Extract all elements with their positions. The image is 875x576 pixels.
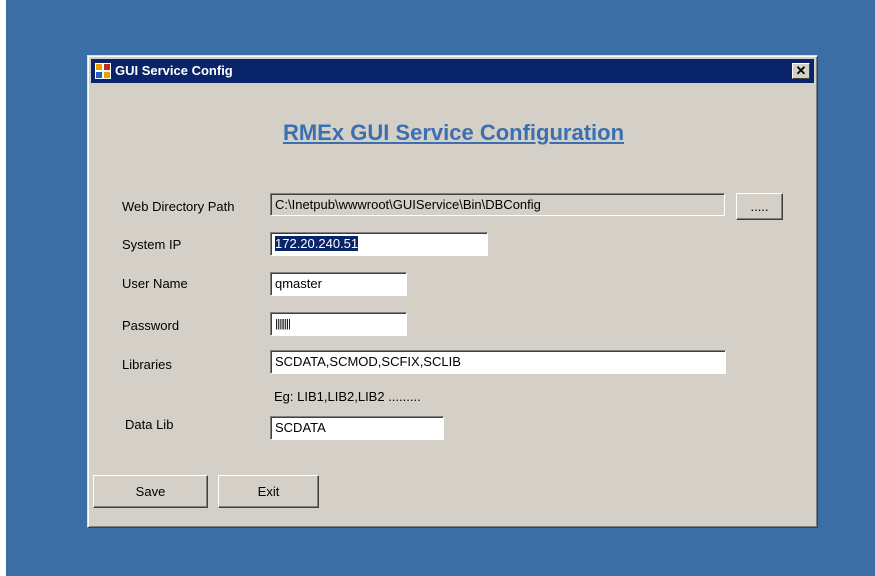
close-button[interactable]: ✕ [792, 63, 810, 79]
browse-button[interactable]: ..... [736, 193, 783, 220]
system-ip-label: System IP [122, 237, 182, 252]
libraries-field[interactable]: SCDATA,SCMOD,SCFIX,SCLIB [270, 350, 726, 374]
save-button[interactable]: Save [93, 475, 208, 508]
title-bar[interactable]: GUI Service Config ✕ [91, 59, 814, 83]
user-name-field[interactable]: qmaster [270, 272, 407, 296]
data-lib-field[interactable]: SCDATA [270, 416, 444, 440]
web-directory-label: Web Directory Path [122, 199, 235, 214]
system-ip-value: 172.20.240.51 [275, 236, 359, 251]
password-label: Password [122, 318, 180, 333]
libraries-label: Libraries [122, 357, 172, 372]
data-lib-label: Data Lib [125, 417, 174, 432]
app-icon [95, 63, 111, 79]
window-title: GUI Service Config [115, 63, 233, 78]
password-field[interactable]: |||||||| [270, 312, 407, 336]
user-name-label: User Name [122, 276, 188, 291]
exit-button[interactable]: Exit [218, 475, 319, 508]
libraries-hint: Eg: LIB1,LIB2,LIB2 ......... [274, 389, 421, 404]
system-ip-field[interactable]: 172.20.240.51 [270, 232, 488, 256]
web-directory-field[interactable]: C:\Inetpub\wwwroot\GUIService\Bin\DBConf… [270, 193, 725, 216]
close-icon: ✕ [795, 63, 807, 78]
config-window: GUI Service Config ✕ RMEx GUI Service Co… [87, 55, 818, 528]
form-heading: RMEx GUI Service Configuration [282, 120, 625, 145]
